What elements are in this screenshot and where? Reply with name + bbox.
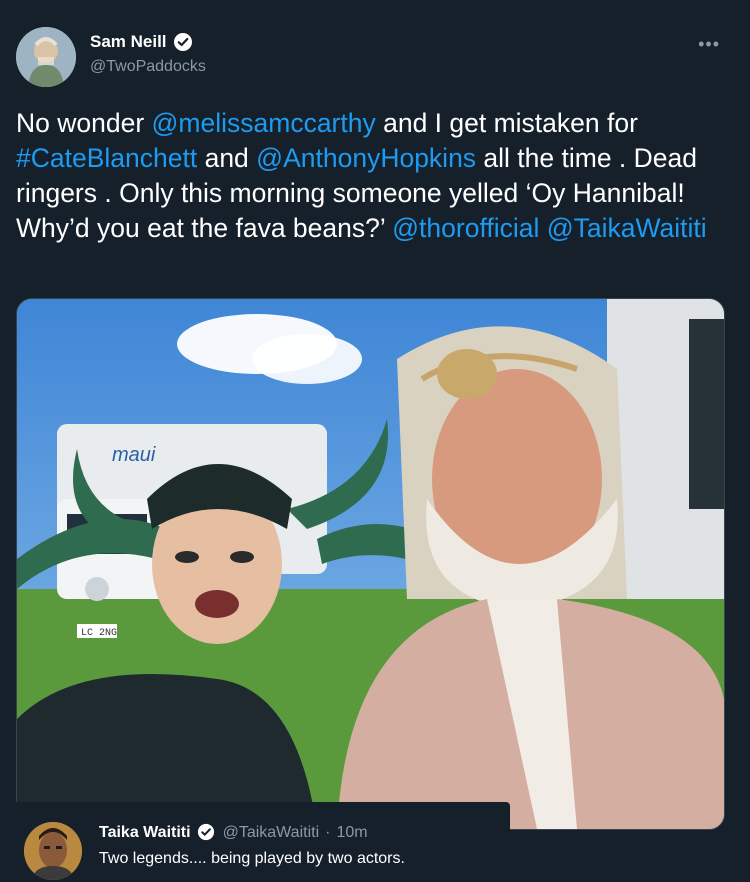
- quote-time[interactable]: 10m: [336, 824, 367, 842]
- quote-avatar[interactable]: [24, 822, 82, 880]
- hashtag-link[interactable]: #CateBlanchett: [16, 143, 197, 173]
- quote-separator: ·: [325, 824, 331, 841]
- more-options-icon[interactable]: •••: [698, 34, 720, 55]
- mention-link[interactable]: @AnthonyHopkins: [256, 143, 476, 173]
- mention-link[interactable]: @thorofficial: [392, 213, 539, 243]
- quote-handle[interactable]: @TaikaWaititi: [223, 824, 320, 842]
- mention-link[interactable]: @melissamccarthy: [152, 108, 376, 138]
- quote-display-name[interactable]: Taika Waititi: [99, 824, 191, 842]
- quote-text: Two legends.... being played by two acto…: [99, 850, 405, 867]
- author-handle[interactable]: @TwoPaddocks: [90, 58, 206, 76]
- quote-reply[interactable]: Taika Waititi @TaikaWaititi · 10m Two le…: [12, 802, 510, 882]
- plate-text: LC 2NG: [81, 628, 117, 639]
- author-name-row: Sam Neill: [90, 32, 193, 52]
- tweet-text-segment: [539, 213, 546, 243]
- mention-link[interactable]: @TaikaWaititi: [547, 213, 707, 243]
- tweet-text-segment: No wonder: [16, 108, 152, 138]
- author-display-name[interactable]: Sam Neill: [90, 32, 167, 52]
- author-avatar[interactable]: [16, 27, 76, 87]
- van-logo: maui: [112, 444, 156, 466]
- verified-badge-icon: [197, 823, 217, 843]
- tweet-photo[interactable]: maui LC 2NG: [16, 298, 725, 830]
- verified-badge-icon: [173, 32, 193, 52]
- tweet-text-segment: and: [197, 143, 257, 173]
- tweet-text: No wonder @melissamccarthy and I get mis…: [16, 106, 731, 246]
- quote-name-row: Taika Waititi @TaikaWaititi · 10m: [99, 823, 368, 843]
- tweet-text-segment: and I get mistaken for: [375, 108, 638, 138]
